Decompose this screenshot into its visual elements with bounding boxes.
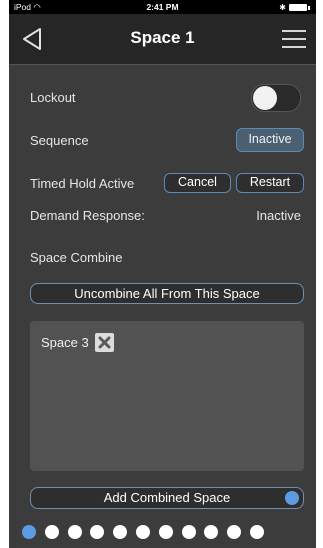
combined-spaces-list: Space 3: [30, 321, 304, 471]
menu-icon[interactable]: [282, 30, 306, 48]
page-dot[interactable]: [227, 525, 242, 539]
demand-response-value: Inactive: [256, 208, 301, 223]
app-screen: iPod ◠ 2:41 PM ✱ Space 1 Lockout Sequenc…: [9, 0, 316, 548]
lockout-label: Lockout: [30, 90, 76, 105]
uncombine-all-button[interactable]: Uncombine All From This Space: [30, 283, 304, 304]
page-dot[interactable]: [181, 525, 196, 539]
battery-group: ✱: [279, 3, 310, 12]
page-dot[interactable]: [44, 525, 59, 539]
page-dot[interactable]: [158, 525, 173, 539]
combined-space-label: Space 3: [41, 335, 89, 350]
timed-hold-label: Timed Hold Active: [30, 176, 135, 191]
cancel-button[interactable]: Cancel: [164, 173, 231, 193]
page-dot[interactable]: [22, 525, 36, 539]
sequence-status-button[interactable]: Inactive: [236, 128, 304, 152]
battery-icon: [289, 4, 307, 11]
status-bar: iPod ◠ 2:41 PM ✱: [9, 0, 316, 14]
status-time: 2:41 PM: [146, 2, 179, 12]
restart-button[interactable]: Restart: [236, 173, 304, 193]
space-combine-label: Space Combine: [30, 250, 123, 265]
add-combined-space-button[interactable]: Add Combined Space: [30, 487, 304, 509]
page-dot[interactable]: [90, 525, 105, 539]
dropdown-arrow-icon: [285, 491, 299, 505]
bluetooth-icon: ✱: [279, 3, 286, 12]
nav-bar: Space 1: [9, 14, 316, 65]
battery-tip: [308, 5, 310, 10]
toggle-knob: [253, 86, 277, 110]
lockout-toggle[interactable]: [251, 84, 301, 112]
page-dot[interactable]: [204, 525, 219, 539]
page-dot[interactable]: [67, 525, 82, 539]
page-dot[interactable]: [113, 525, 128, 539]
page-indicator: [22, 525, 316, 539]
page-title: Space 1: [130, 28, 195, 47]
combined-space-item: Space 3: [41, 333, 114, 352]
sequence-label: Sequence: [30, 133, 89, 148]
close-icon[interactable]: [94, 333, 114, 352]
demand-response-label: Demand Response:: [30, 208, 145, 223]
add-combined-space-label: Add Combined Space: [103, 490, 231, 505]
page-dot[interactable]: [249, 525, 264, 539]
page-dot[interactable]: [135, 525, 150, 539]
